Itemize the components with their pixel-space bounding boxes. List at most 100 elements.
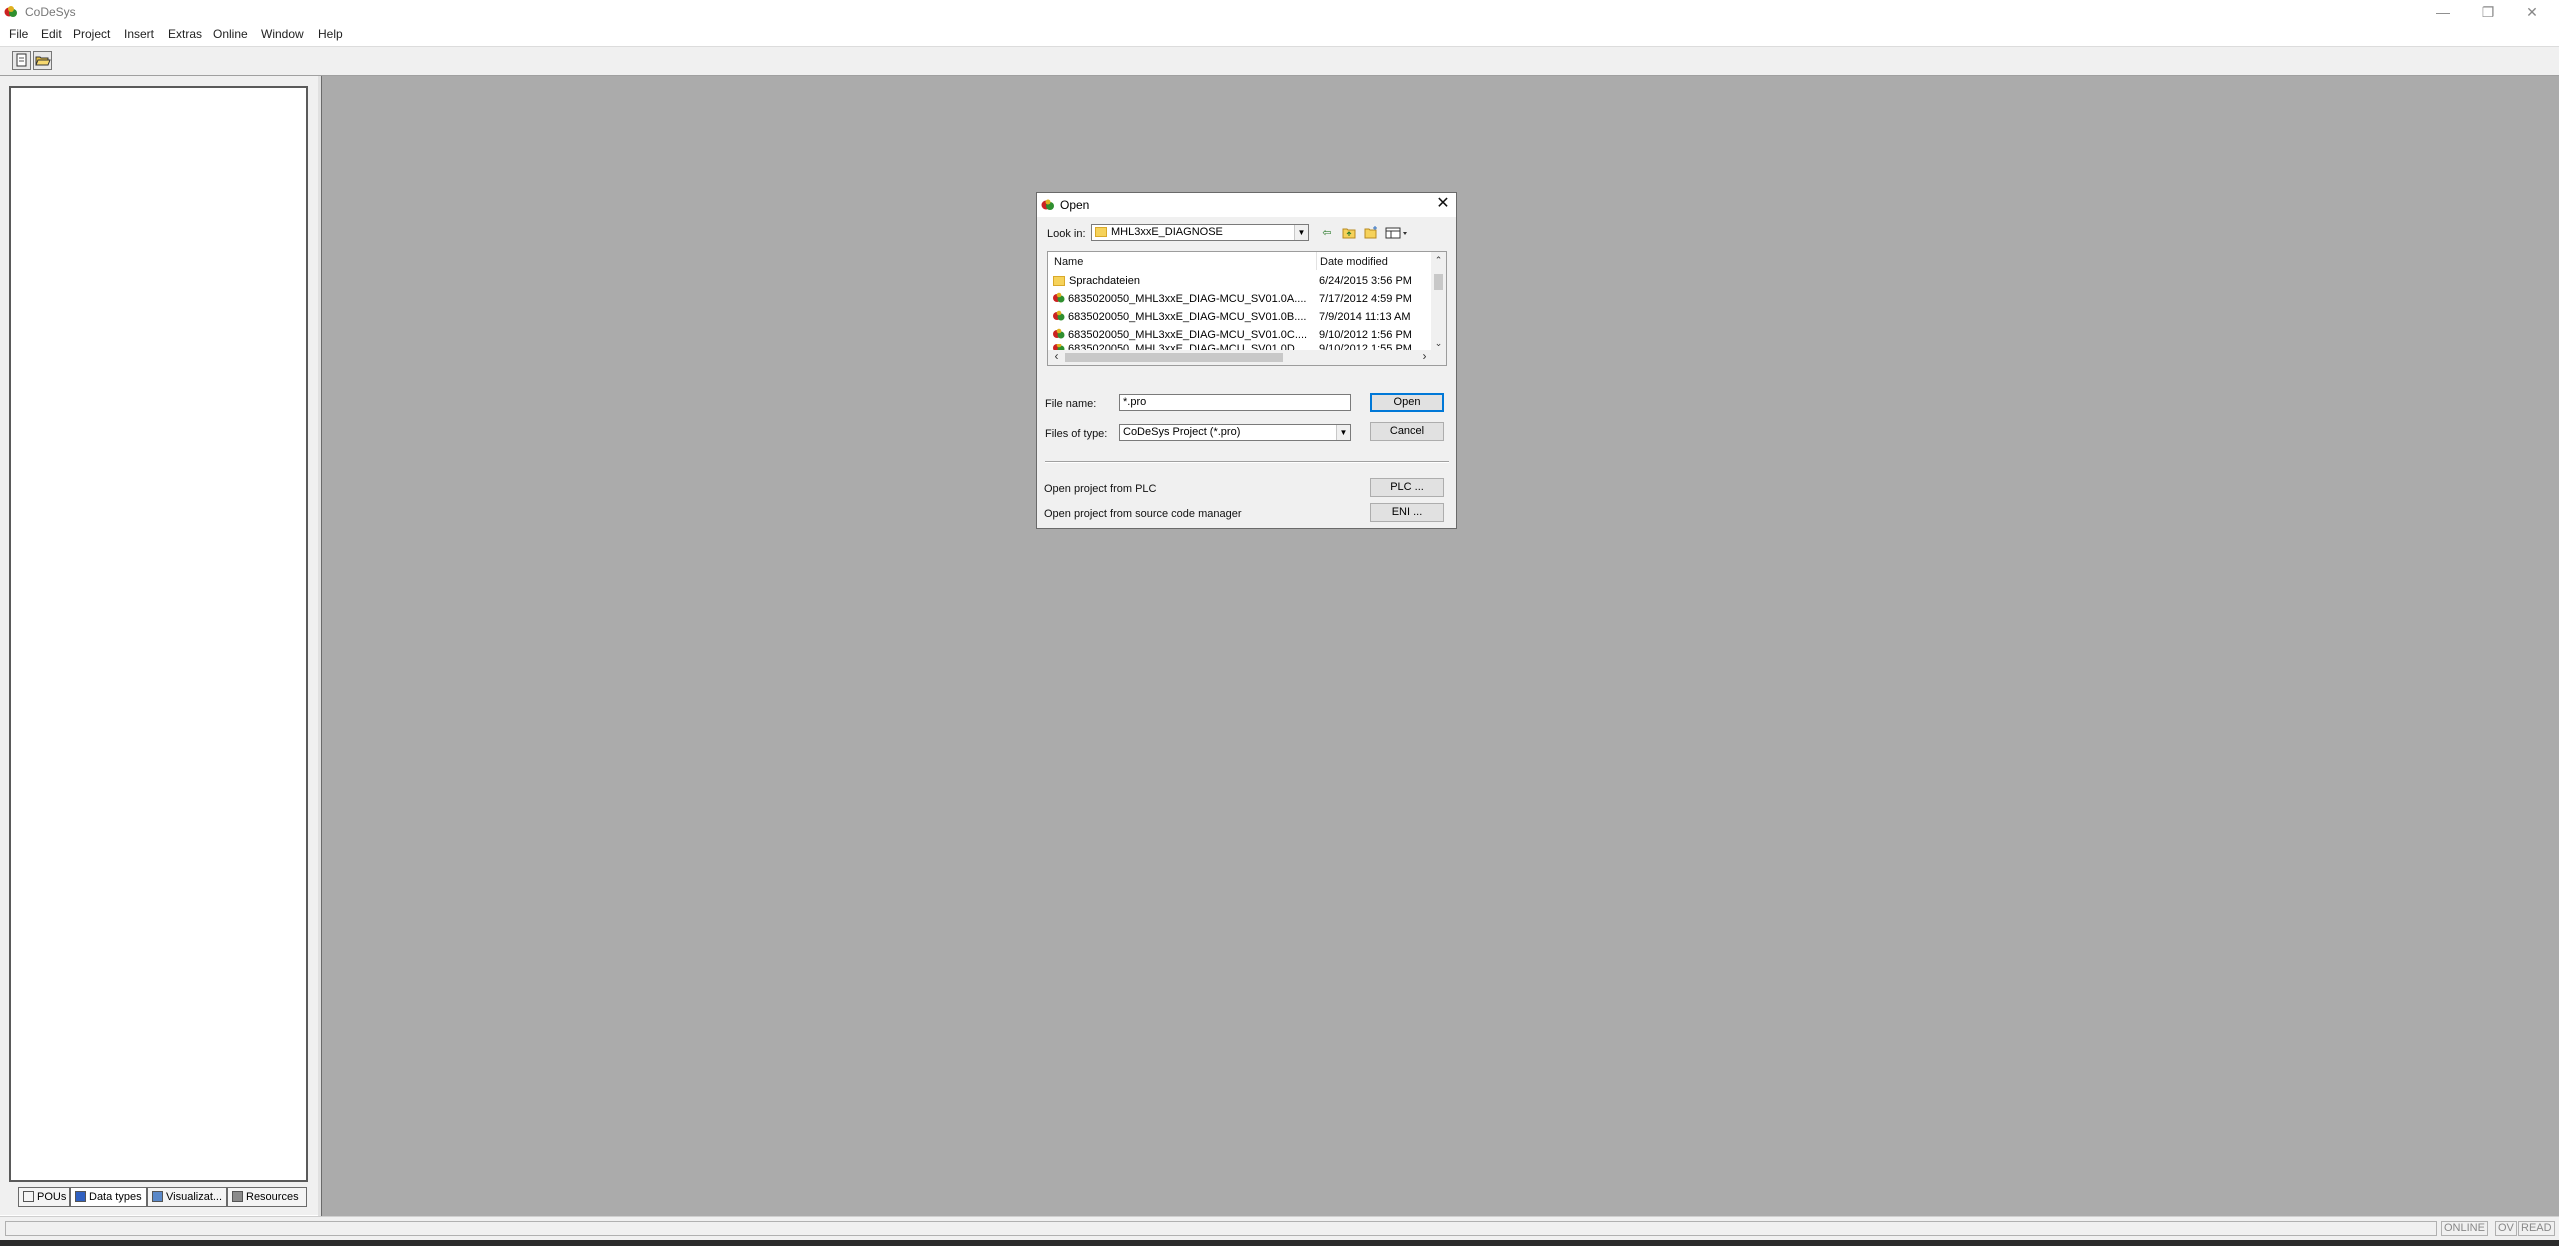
files-of-type-value: CoDeSys Project (*.pro)	[1123, 426, 1241, 438]
look-in-label: Look in:	[1047, 228, 1086, 240]
window-title: CoDeSys	[25, 5, 76, 19]
open-dialog: Open ✕ Look in: MHL3xxE_DIAGNOSE ▼ ⇦ ⌃ N…	[1036, 192, 1457, 529]
close-icon: ✕	[2526, 4, 2538, 20]
sort-ascending-icon: ⌃	[1184, 251, 1192, 258]
view-menu-button[interactable]	[1385, 226, 1411, 241]
chevron-down-icon: ▼	[1336, 425, 1350, 440]
folder-icon	[1095, 226, 1107, 237]
tab-visualizations-label: Visualizat...	[166, 1191, 223, 1203]
status-online: ONLINE	[2441, 1221, 2488, 1236]
tab-pous[interactable]: POUs	[18, 1187, 70, 1207]
file-name: 6835020050_MHL3xxE_DIAG-MCU_SV01.0B....	[1068, 311, 1307, 323]
open-folder-icon	[35, 56, 51, 66]
dialog-close-button[interactable]: ✕	[1434, 195, 1452, 213]
object-tree[interactable]	[9, 86, 308, 1182]
look-in-value: MHL3xxE_DIAGNOSE	[1111, 226, 1223, 238]
file-row[interactable]: 6835020050_MHL3xxE_DIAG-MCU_SV01.0A.... …	[1048, 290, 1433, 308]
file-row[interactable]: 6835020050_MHL3xxE_DIAG-MCU_SV01.0B.... …	[1048, 308, 1433, 326]
resources-icon	[232, 1191, 243, 1202]
status-bar: ONLINE OV READ	[0, 1216, 2559, 1241]
file-list-vertical-scrollbar[interactable]: ⌃ ⌄	[1431, 252, 1446, 365]
file-date: 9/10/2012 1:56 PM	[1319, 329, 1412, 341]
new-folder-button[interactable]	[1363, 226, 1379, 241]
window-bottom-edge	[0, 1240, 2559, 1246]
object-organizer: POUs Data types Visualizat... Resources	[0, 76, 318, 1215]
tab-resources[interactable]: Resources	[227, 1187, 307, 1207]
close-button[interactable]: ✕	[2516, 0, 2548, 24]
tab-data-types-label: Data types	[89, 1191, 142, 1203]
menu-project[interactable]: Project	[73, 27, 110, 41]
folder-icon	[1053, 275, 1065, 286]
scroll-right-icon[interactable]: ›	[1417, 350, 1432, 365]
restore-button[interactable]: ❐	[2472, 0, 2504, 24]
new-folder-icon	[1364, 226, 1377, 239]
open-from-source-code-manager-label: Open project from source code manager	[1044, 508, 1242, 520]
menu-edit[interactable]: Edit	[41, 27, 62, 41]
look-in-select[interactable]: MHL3xxE_DIAGNOSE ▼	[1091, 224, 1309, 241]
eni-button[interactable]: ENI ...	[1370, 503, 1444, 522]
plc-button[interactable]: PLC ...	[1370, 478, 1444, 497]
data-types-icon	[75, 1191, 86, 1202]
toolbar	[0, 46, 2559, 76]
open-button[interactable]: Open	[1370, 393, 1444, 412]
minimize-button[interactable]: —	[2427, 0, 2459, 24]
scroll-up-icon[interactable]: ⌃	[1431, 253, 1446, 268]
horizontal-scroll-thumb[interactable]	[1065, 353, 1283, 362]
files-of-type-select[interactable]: CoDeSys Project (*.pro) ▼	[1119, 424, 1351, 441]
tab-data-types[interactable]: Data types	[70, 1187, 147, 1207]
file-name-input[interactable]: *.pro	[1119, 394, 1351, 411]
file-list-horizontal-scrollbar[interactable]: ‹ ›	[1048, 350, 1433, 365]
files-of-type-label: Files of type:	[1045, 428, 1108, 440]
view-menu-icon	[1385, 227, 1407, 239]
file-row[interactable]: Sprachdateien 6/24/2015 3:56 PM	[1048, 272, 1433, 290]
file-row[interactable]: 6835020050_MHL3xxE_DIAG-MCU_SV01.0C.... …	[1048, 326, 1433, 344]
file-date: 7/17/2012 4:59 PM	[1319, 293, 1412, 305]
menu-online[interactable]: Online	[213, 27, 248, 41]
tab-pous-label: POUs	[37, 1191, 67, 1203]
open-from-plc-label: Open project from PLC	[1044, 483, 1157, 495]
new-project-button[interactable]	[12, 51, 31, 70]
scroll-left-icon[interactable]: ‹	[1049, 350, 1064, 365]
menu-insert[interactable]: Insert	[124, 27, 154, 41]
codesys-project-icon	[1053, 310, 1065, 321]
back-arrow-icon: ⇦	[1322, 227, 1332, 239]
status-read: READ	[2518, 1221, 2555, 1236]
menu-window[interactable]: Window	[261, 27, 304, 41]
column-separator[interactable]	[1316, 252, 1317, 270]
status-message-area	[5, 1221, 2437, 1236]
file-name-label: File name:	[1045, 398, 1097, 410]
up-one-level-button[interactable]	[1341, 226, 1357, 241]
cancel-button[interactable]: Cancel	[1370, 422, 1444, 441]
file-list[interactable]: ⌃ Name Date modified Sprachdateien 6/24/…	[1047, 251, 1447, 366]
close-icon: ✕	[1436, 195, 1450, 212]
dialog-title-bar: Open ✕	[1037, 193, 1456, 217]
folder-up-icon	[1342, 228, 1356, 239]
file-name: 6835020050_MHL3xxE_DIAG-MCU_SV01.0A....	[1068, 293, 1307, 305]
codesys-app-icon	[4, 6, 17, 17]
column-header-date-modified[interactable]: Date modified	[1320, 256, 1388, 268]
file-date: 7/9/2014 11:13 AM	[1319, 311, 1411, 323]
file-name: Sprachdateien	[1069, 275, 1140, 287]
status-ov: OV	[2495, 1221, 2517, 1236]
open-project-button[interactable]	[33, 51, 52, 70]
scroll-down-icon[interactable]: ⌄	[1431, 336, 1446, 351]
vertical-scroll-thumb[interactable]	[1434, 274, 1443, 290]
file-name: 6835020050_MHL3xxE_DIAG-MCU_SV01.0C....	[1068, 329, 1308, 341]
new-file-icon	[16, 53, 27, 67]
file-date: 6/24/2015 3:56 PM	[1319, 275, 1412, 287]
menu-extras[interactable]: Extras	[168, 27, 202, 41]
tab-visualizations[interactable]: Visualizat...	[147, 1187, 227, 1207]
title-bar: CoDeSys — ❐ ✕	[0, 0, 2559, 24]
column-header-name[interactable]: Name	[1054, 256, 1083, 268]
back-button[interactable]: ⇦	[1319, 226, 1335, 241]
restore-icon: ❐	[2481, 4, 2495, 20]
menu-help[interactable]: Help	[318, 27, 343, 41]
pou-icon	[23, 1191, 34, 1202]
tab-resources-label: Resources	[246, 1191, 299, 1203]
visualization-icon	[152, 1191, 163, 1202]
chevron-down-icon: ▼	[1294, 225, 1308, 240]
codesys-project-icon	[1053, 328, 1065, 339]
dialog-title: Open	[1060, 198, 1090, 212]
menu-bar: File Edit Project Insert Extras Online W…	[0, 24, 2559, 44]
menu-file[interactable]: File	[9, 27, 28, 41]
